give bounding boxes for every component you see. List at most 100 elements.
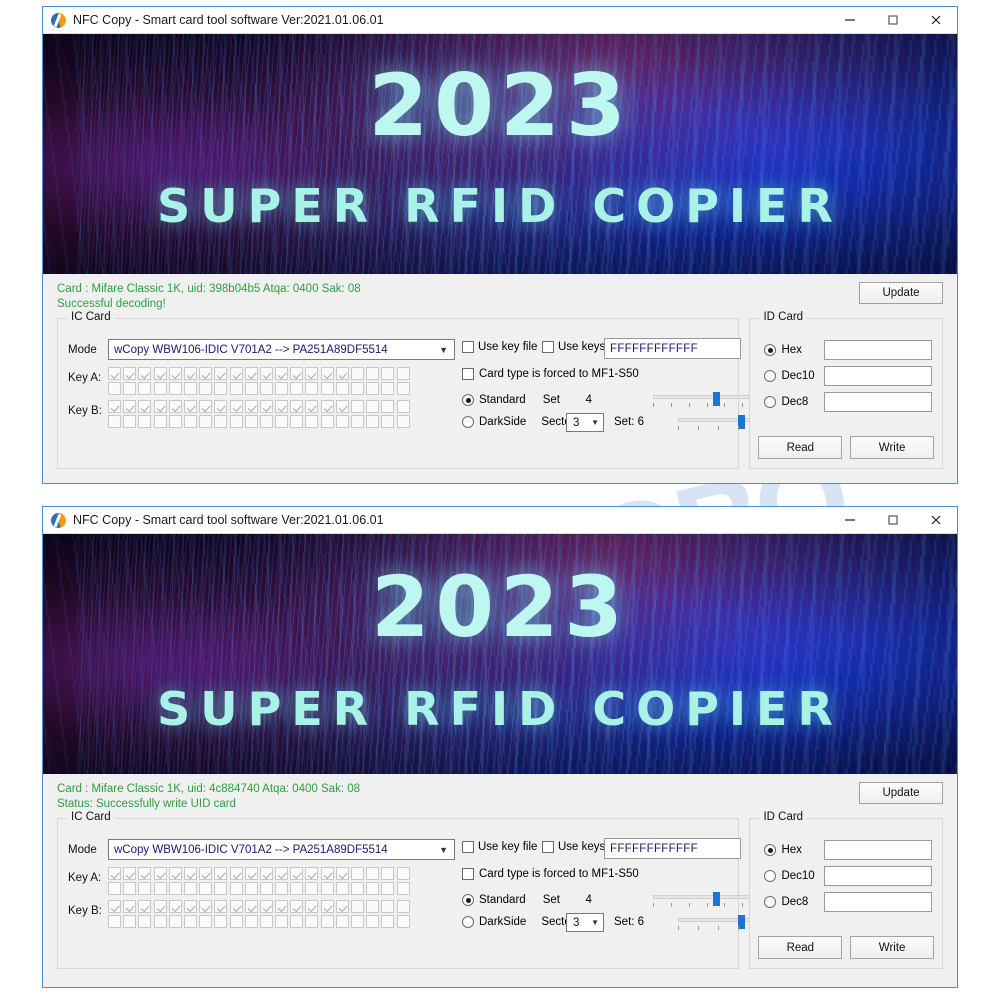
key-checkbox[interactable] <box>168 367 182 380</box>
key-checkbox[interactable] <box>335 882 349 895</box>
key-checkbox[interactable] <box>351 867 364 880</box>
minimize-icon[interactable] <box>828 7 871 33</box>
maximize-icon[interactable] <box>871 507 914 533</box>
key-checkbox[interactable] <box>305 367 319 380</box>
key-checkbox[interactable] <box>396 415 410 428</box>
darkside-radio[interactable] <box>462 416 474 428</box>
key-checkbox[interactable] <box>259 900 273 913</box>
close-icon[interactable] <box>914 7 957 33</box>
key-checkbox[interactable] <box>290 915 304 928</box>
key-checkbox[interactable] <box>214 382 228 395</box>
key-checkbox[interactable] <box>138 867 152 880</box>
key-checkbox[interactable] <box>214 882 228 895</box>
key-checkbox[interactable] <box>138 882 152 895</box>
key-checkbox[interactable] <box>168 867 182 880</box>
key-checkbox[interactable] <box>290 382 304 395</box>
key-checkbox[interactable] <box>108 400 121 413</box>
key-checkbox[interactable] <box>335 415 349 428</box>
key-checkbox[interactable] <box>108 915 121 928</box>
hex-radio-option[interactable]: Hex <box>764 844 802 856</box>
key-checkbox[interactable] <box>168 415 182 428</box>
key-checkbox[interactable] <box>320 915 334 928</box>
key-checkbox[interactable] <box>396 915 410 928</box>
use-key-file-checkbox[interactable]: Use key file <box>462 341 537 353</box>
key-checkbox[interactable] <box>183 415 197 428</box>
key-checkbox[interactable] <box>381 900 395 913</box>
key-checkbox[interactable] <box>153 882 167 895</box>
dec10-radio-option[interactable]: Dec10 <box>764 370 815 382</box>
key-checkbox[interactable] <box>351 415 364 428</box>
key-checkbox[interactable] <box>244 867 258 880</box>
key-checkbox[interactable] <box>214 400 228 413</box>
id-read-button[interactable]: Read <box>758 936 843 959</box>
key-checkbox[interactable] <box>366 400 380 413</box>
key-checkbox[interactable] <box>214 415 228 428</box>
key-checkbox[interactable] <box>108 367 121 380</box>
key-checkbox[interactable] <box>275 867 289 880</box>
key-b-checkbox-grid[interactable] <box>108 400 410 428</box>
key-checkbox[interactable] <box>259 400 273 413</box>
key-checkbox[interactable] <box>275 400 289 413</box>
key-checkbox[interactable] <box>381 367 395 380</box>
key-checkbox[interactable] <box>366 415 380 428</box>
use-key-file-checkbox[interactable]: Use key file <box>462 841 537 853</box>
key-checkbox[interactable] <box>138 915 152 928</box>
key-checkbox[interactable] <box>366 900 380 913</box>
dec10-input[interactable] <box>824 366 932 386</box>
key-checkbox[interactable] <box>199 400 213 413</box>
key-checkbox[interactable] <box>138 400 152 413</box>
key-a-checkbox-grid[interactable] <box>108 367 410 395</box>
keys-input[interactable]: FFFFFFFFFFFF <box>604 338 741 359</box>
key-checkbox[interactable] <box>366 915 380 928</box>
key-checkbox[interactable] <box>199 367 213 380</box>
key-checkbox[interactable] <box>259 867 273 880</box>
key-checkbox[interactable] <box>153 382 167 395</box>
key-checkbox[interactable] <box>183 900 197 913</box>
key-checkbox[interactable] <box>214 915 228 928</box>
key-checkbox[interactable] <box>123 415 137 428</box>
key-a-checkbox-grid[interactable] <box>108 867 410 895</box>
use-keys-checkbox[interactable]: Use keys <box>542 841 605 853</box>
dec10-radio-option[interactable]: Dec10 <box>764 870 815 882</box>
key-checkbox[interactable] <box>138 415 152 428</box>
key-checkbox[interactable] <box>229 867 243 880</box>
key-checkbox[interactable] <box>153 900 167 913</box>
key-checkbox[interactable] <box>305 382 319 395</box>
key-checkbox[interactable] <box>366 882 380 895</box>
key-checkbox[interactable] <box>199 867 213 880</box>
standard-radio[interactable] <box>462 394 474 406</box>
key-checkbox[interactable] <box>351 400 364 413</box>
key-checkbox[interactable] <box>275 382 289 395</box>
key-checkbox[interactable] <box>290 367 304 380</box>
key-checkbox[interactable] <box>229 367 243 380</box>
key-checkbox[interactable] <box>320 882 334 895</box>
key-checkbox[interactable] <box>183 400 197 413</box>
key-checkbox[interactable] <box>214 867 228 880</box>
key-checkbox[interactable] <box>335 915 349 928</box>
use-keys-checkbox[interactable]: Use keys <box>542 341 605 353</box>
key-checkbox[interactable] <box>229 382 243 395</box>
key-checkbox[interactable] <box>259 415 273 428</box>
standard-radio[interactable] <box>462 894 474 906</box>
key-checkbox[interactable] <box>275 900 289 913</box>
key-checkbox[interactable] <box>259 915 273 928</box>
id-read-button[interactable]: Read <box>758 436 843 459</box>
key-checkbox[interactable] <box>396 367 410 380</box>
key-checkbox[interactable] <box>108 882 121 895</box>
key-checkbox[interactable] <box>229 882 243 895</box>
key-checkbox[interactable] <box>138 382 152 395</box>
key-checkbox[interactable] <box>290 900 304 913</box>
key-checkbox[interactable] <box>183 367 197 380</box>
key-checkbox[interactable] <box>290 882 304 895</box>
key-checkbox[interactable] <box>199 415 213 428</box>
key-checkbox[interactable] <box>183 915 197 928</box>
key-checkbox[interactable] <box>229 915 243 928</box>
key-checkbox[interactable] <box>153 400 167 413</box>
key-checkbox[interactable] <box>138 367 152 380</box>
key-checkbox[interactable] <box>305 915 319 928</box>
key-checkbox[interactable] <box>335 367 349 380</box>
update-button[interactable]: Update <box>859 282 943 304</box>
key-checkbox[interactable] <box>396 882 410 895</box>
key-checkbox[interactable] <box>381 400 395 413</box>
key-checkbox[interactable] <box>183 882 197 895</box>
